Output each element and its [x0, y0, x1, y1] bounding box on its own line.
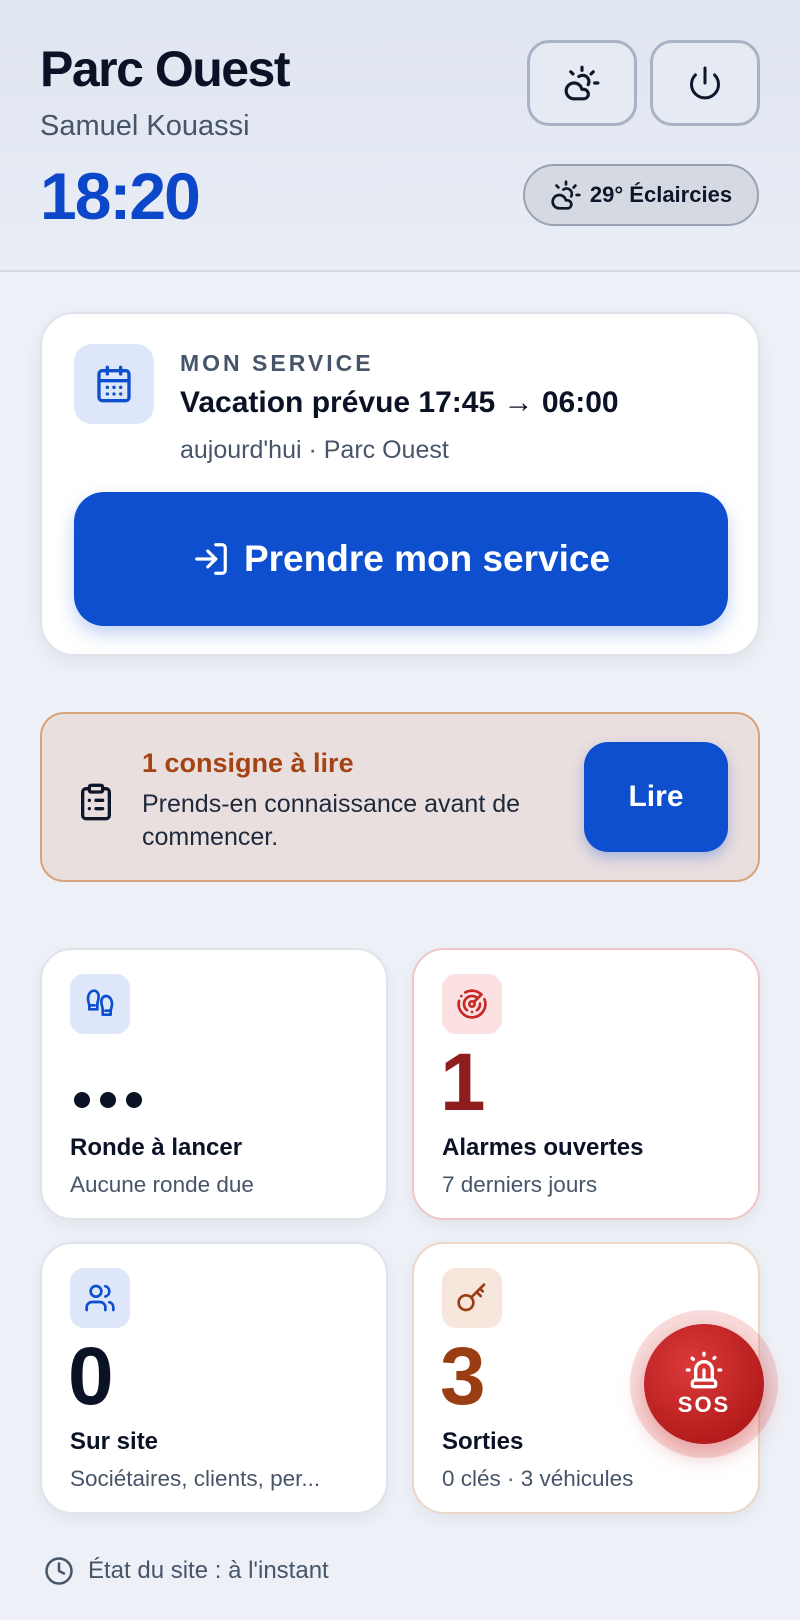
tile-value: 1 — [440, 1037, 486, 1128]
service-subtitle: aujourd'hui · Parc Ouest — [180, 436, 449, 464]
header: Parc Ouest Samuel Kouassi 18:20 29° Écla… — [0, 0, 800, 272]
service-kicker: MON SERVICE — [180, 350, 374, 376]
clock: 18:20 — [40, 159, 201, 233]
notice-text: Prends-en connaissance avant de commence… — [142, 790, 521, 851]
users-icon — [70, 1268, 130, 1328]
tile-label: Sorties — [442, 1428, 524, 1455]
key-icon — [442, 1268, 502, 1328]
tile-sub: 7 derniers jours — [442, 1172, 598, 1197]
tile-value: 0 — [68, 1331, 114, 1422]
read-button[interactable]: Lire — [584, 742, 728, 852]
clipboard-icon — [81, 783, 112, 821]
tile-sub: Sociétaires, clients, per... — [70, 1466, 321, 1491]
clock-icon — [45, 1557, 73, 1585]
calendar-icon — [74, 344, 154, 424]
radar-icon — [442, 974, 502, 1034]
tile-value: 3 — [440, 1331, 486, 1422]
start-service-button[interactable]: Prendre mon service — [74, 492, 728, 626]
partly-cloudy-icon — [551, 180, 581, 210]
start-service-label: Prendre mon service — [243, 538, 611, 579]
tile-label: Sur site — [70, 1428, 159, 1455]
tile-sub: 0 clés · 3 véhicules — [442, 1466, 634, 1491]
tile-sub: Aucune ronde due — [70, 1172, 254, 1197]
weather-badge: 29° Éclaircies — [523, 164, 759, 226]
tile-label: Alarmes ouvertes — [442, 1134, 644, 1161]
site-status-text: État du site : à l'instant — [88, 1557, 329, 1584]
footprints-icon — [70, 974, 130, 1034]
tile-alarms[interactable]: 1 Alarmes ouvertes 7 derniers jours — [412, 948, 760, 1220]
power-icon — [690, 66, 720, 100]
instruction-notice: 1 consigne à lire Prends-en connaissance… — [40, 712, 760, 882]
notice-title: 1 consigne à lire — [142, 748, 354, 778]
login-arrow-icon — [195, 543, 227, 575]
loading-indicator — [74, 1092, 142, 1108]
user-name: Samuel Kouassi — [40, 110, 250, 142]
tile-on-site[interactable]: 0 Sur site Sociétaires, clients, per... — [40, 1242, 388, 1514]
sos-button[interactable]: SOS — [644, 1324, 764, 1444]
sos-label: SOS — [677, 1392, 731, 1417]
sun-cloud-icon — [564, 65, 600, 101]
site-title: Parc Ouest — [40, 41, 291, 97]
site-status-footer: État du site : à l'instant — [44, 1556, 329, 1586]
service-card: MON SERVICE Vacation prévue 17:45 → 06:0… — [40, 312, 760, 656]
siren-icon — [685, 1351, 723, 1389]
weather-label: 29° Éclaircies — [589, 182, 733, 207]
tile-rounds[interactable]: Ronde à lancer Aucune ronde due — [40, 948, 388, 1220]
theme-toggle-button[interactable] — [527, 40, 637, 126]
tile-label: Ronde à lancer — [70, 1134, 243, 1161]
logout-button[interactable] — [650, 40, 760, 126]
service-title: Vacation prévue 17:45 → 06:00 — [180, 386, 619, 419]
